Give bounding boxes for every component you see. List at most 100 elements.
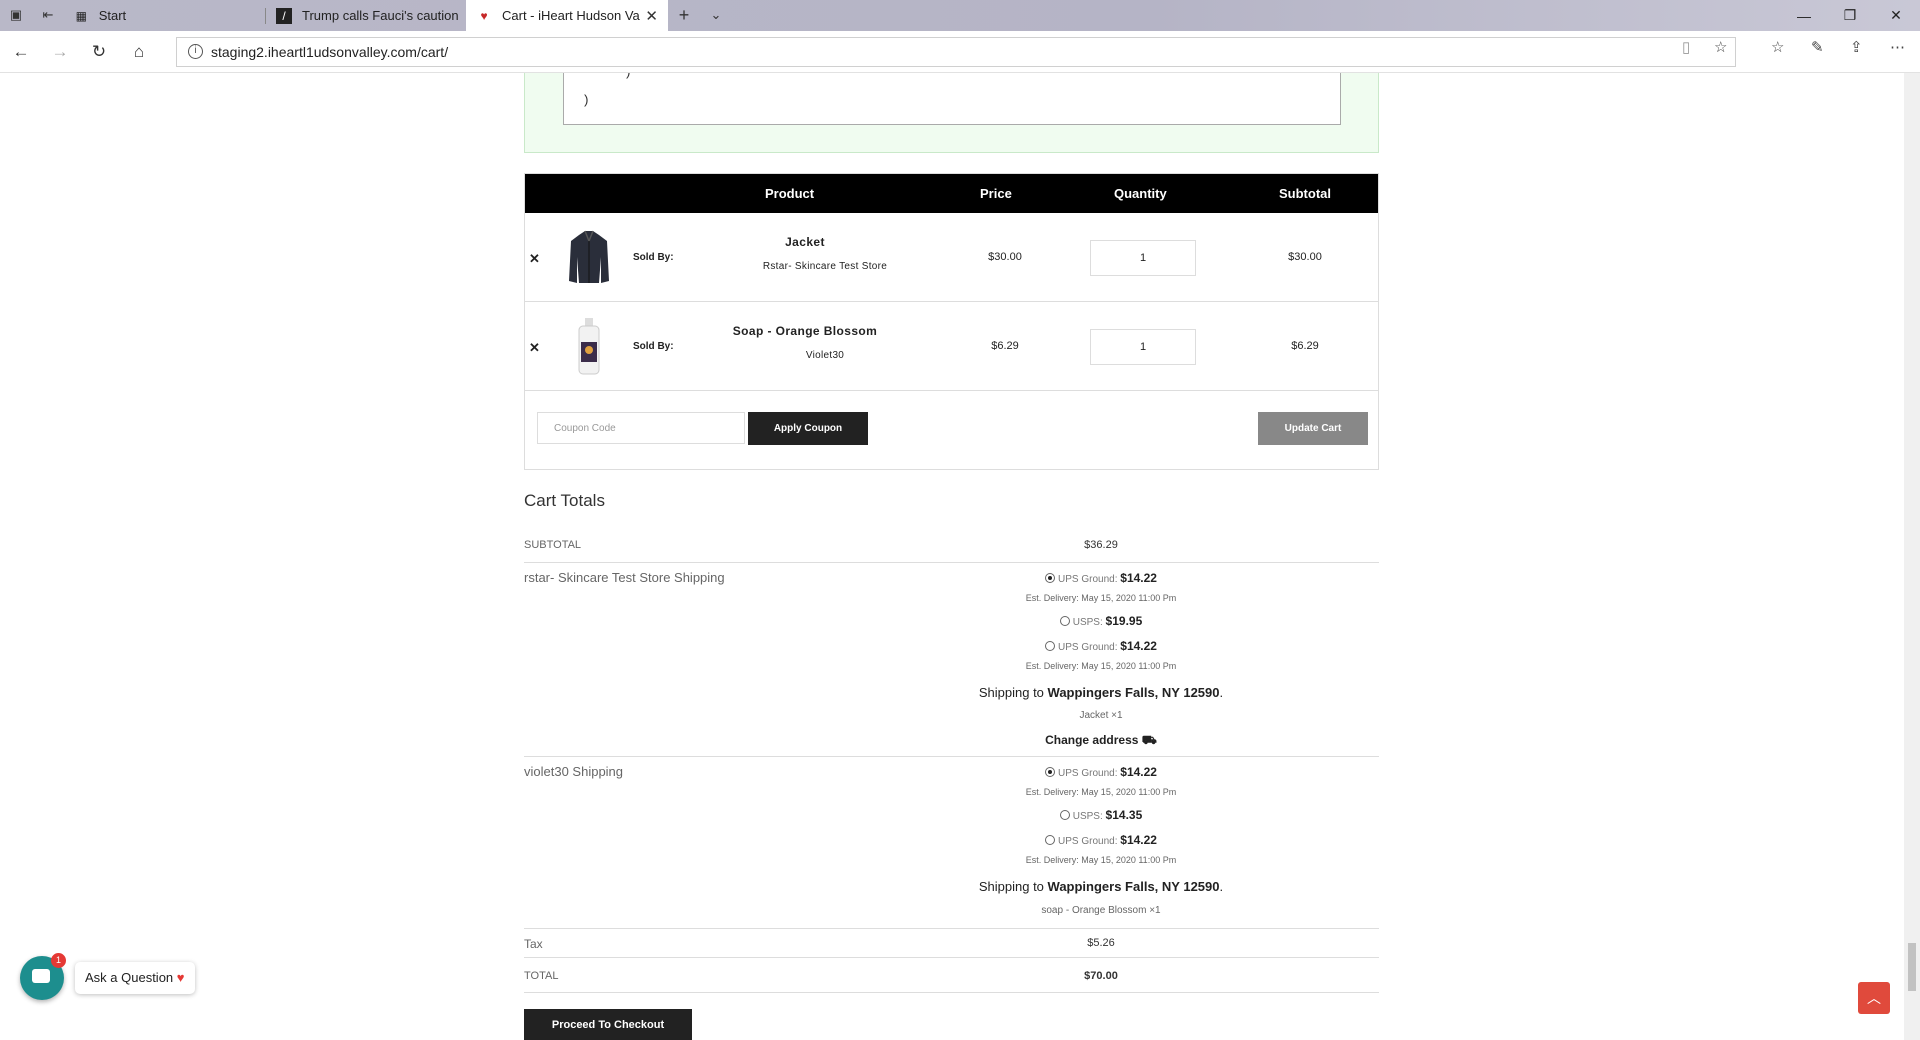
- favorites-hub-icon[interactable]: ☆: [1771, 38, 1784, 56]
- divider: [524, 957, 1379, 958]
- item-price: $30.00: [988, 251, 1022, 263]
- shipping-items: Jacket ×1: [1079, 710, 1123, 721]
- remove-item-icon[interactable]: ✕: [529, 251, 540, 267]
- set-aside-tabs-icon[interactable]: ⇤: [40, 7, 56, 23]
- minimize-icon[interactable]: —: [1781, 0, 1827, 31]
- shipping-destination: Shipping to Wappingers Falls, NY 12590.: [978, 879, 1224, 894]
- shipping-option[interactable]: UPS Ground: $14.22: [960, 765, 1242, 779]
- radio-unselected[interactable]: [1045, 835, 1056, 845]
- restore-icon[interactable]: ❐: [1827, 0, 1873, 31]
- tab-news[interactable]: / Trump calls Fauci's caution c: [266, 0, 466, 31]
- shipping-option[interactable]: USPS: $14.35: [960, 808, 1242, 822]
- radio-selected[interactable]: [1045, 573, 1056, 583]
- shipping-items: soap - Orange Blossom ×1: [1041, 905, 1161, 916]
- radio-unselected[interactable]: [1059, 810, 1070, 820]
- header-product: Product: [765, 186, 815, 201]
- news-site-icon: /: [276, 7, 292, 24]
- chat-notification-badge: 1: [51, 953, 66, 968]
- remove-item-icon[interactable]: ✕: [529, 340, 540, 356]
- share-icon[interactable]: ⇪: [1850, 38, 1863, 56]
- radio-unselected[interactable]: [1059, 616, 1070, 626]
- product-name[interactable]: Soap - Orange Blossom: [705, 324, 905, 338]
- vendor-name[interactable]: Rstar- Skincare Test Store: [725, 261, 925, 272]
- home-icon[interactable]: ⌂: [128, 41, 150, 63]
- radio-unselected[interactable]: [1045, 641, 1056, 651]
- shipping-destination: Shipping to Wappingers Falls, NY 12590.: [978, 685, 1224, 700]
- notice-box: ) ): [524, 73, 1379, 153]
- estimated-delivery: Est. Delivery: May 15, 2020 11:00 Pm: [1025, 787, 1177, 797]
- item-price: $6.29: [991, 340, 1019, 352]
- reading-view-icon[interactable]: ▯: [1682, 38, 1690, 56]
- pen-icon[interactable]: ✎: [1811, 38, 1824, 56]
- page-scrollbar[interactable]: [1904, 73, 1920, 1040]
- total-label: TOTAL: [524, 970, 559, 982]
- scroll-to-top-button[interactable]: ︿: [1858, 982, 1890, 1014]
- more-icon[interactable]: ⋯: [1890, 38, 1905, 56]
- shipping-option[interactable]: UPS Ground: $14.22: [960, 571, 1242, 585]
- chat-button[interactable]: 1: [20, 953, 66, 1000]
- page-content: ) ) Product Price Quantity Subtotal ✕ So…: [0, 73, 1904, 1040]
- divider: [524, 562, 1379, 563]
- proceed-to-checkout-button[interactable]: Proceed To Checkout: [524, 1009, 692, 1040]
- soap-bottle-image: [578, 318, 600, 375]
- jacket-image: [569, 230, 609, 283]
- shipping-label: rstar- Skincare Test Store Shipping: [524, 570, 725, 585]
- tab-cart[interactable]: ♥ Cart - iHeart Hudson Va ✕: [466, 0, 668, 31]
- quantity-input[interactable]: 1: [1090, 329, 1196, 365]
- cart-row: ✕ Sold By: Soap - Orange Blossom Violet3…: [525, 302, 1378, 391]
- product-name[interactable]: Jacket: [705, 235, 905, 249]
- shipping-option[interactable]: UPS Ground: $14.22: [960, 833, 1242, 847]
- shipping-option[interactable]: USPS: $19.95: [960, 614, 1242, 628]
- new-tab-icon[interactable]: +: [676, 6, 692, 24]
- heart-favicon: ♥: [480, 8, 488, 23]
- divider: [524, 928, 1379, 929]
- quantity-input[interactable]: 1: [1090, 240, 1196, 276]
- chevron-up-icon: ︿: [1867, 990, 1881, 1006]
- sold-by-label: Sold By:: [633, 341, 674, 352]
- close-tab-icon[interactable]: ✕: [645, 7, 658, 25]
- site-info-icon[interactable]: i: [188, 44, 203, 59]
- vendor-name[interactable]: Violet30: [725, 350, 925, 361]
- url-field[interactable]: i staging2.iheartl1udsonvalley.com/cart/: [176, 37, 1736, 67]
- code-block: ) ): [563, 73, 1341, 125]
- estimated-delivery: Est. Delivery: May 15, 2020 11:00 Pm: [1025, 855, 1177, 865]
- heart-icon: ♥: [176, 970, 185, 985]
- back-icon[interactable]: ←: [10, 41, 32, 63]
- refresh-icon[interactable]: ↻: [88, 41, 110, 63]
- header-price: Price: [980, 186, 1012, 201]
- change-address-link[interactable]: Change address ⛟: [960, 733, 1242, 749]
- radio-selected[interactable]: [1045, 767, 1056, 777]
- subtotal-value: $36.29: [1084, 539, 1118, 551]
- tab-preview-chevron-icon[interactable]: ⌄: [708, 7, 724, 23]
- header-quantity: Quantity: [1114, 186, 1167, 201]
- cart-table-header: Product Price Quantity Subtotal: [525, 174, 1378, 213]
- divider: [524, 992, 1379, 993]
- truck-icon: ⛟: [1141, 733, 1157, 747]
- apply-coupon-button[interactable]: Apply Coupon: [748, 412, 868, 445]
- shipping-option[interactable]: UPS Ground: $14.22: [960, 639, 1242, 653]
- tab-start[interactable]: ▦ Start: [64, 0, 264, 31]
- estimated-delivery: Est. Delivery: May 15, 2020 11:00 Pm: [1025, 661, 1177, 671]
- forward-icon[interactable]: →: [49, 41, 71, 63]
- divider: [524, 756, 1379, 757]
- item-subtotal: $30.00: [1288, 251, 1322, 263]
- close-window-icon[interactable]: ✕: [1873, 0, 1919, 31]
- ask-question-label[interactable]: Ask a Question ♥: [75, 962, 195, 994]
- update-cart-button[interactable]: Update Cart: [1258, 412, 1368, 445]
- tax-label: Tax: [524, 937, 543, 951]
- total-value: $70.00: [1084, 970, 1118, 982]
- favorite-star-icon[interactable]: ☆: [1714, 38, 1727, 56]
- cart-table: Product Price Quantity Subtotal ✕ Sold B…: [524, 173, 1379, 470]
- scrollbar-thumb[interactable]: [1908, 943, 1916, 991]
- shipping-label: violet30 Shipping: [524, 764, 624, 779]
- start-page-icon: ▦: [75, 8, 88, 23]
- sold-by-label: Sold By:: [633, 252, 674, 263]
- coupon-code-input[interactable]: Coupon Code: [537, 412, 745, 444]
- chat-bubble-icon: [32, 969, 50, 983]
- estimated-delivery: Est. Delivery: May 15, 2020 11:00 Pm: [1025, 593, 1177, 603]
- header-subtotal: Subtotal: [1279, 186, 1331, 201]
- tab-actions-icon[interactable]: ▣: [8, 7, 24, 23]
- item-subtotal: $6.29: [1291, 340, 1319, 352]
- browser-address-bar: ← → ↻ ⌂ i staging2.iheartl1udsonvalley.c…: [0, 31, 1920, 73]
- browser-tab-bar: ▣ ⇤ ▦ Start / Trump calls Fauci's cautio…: [0, 0, 1920, 31]
